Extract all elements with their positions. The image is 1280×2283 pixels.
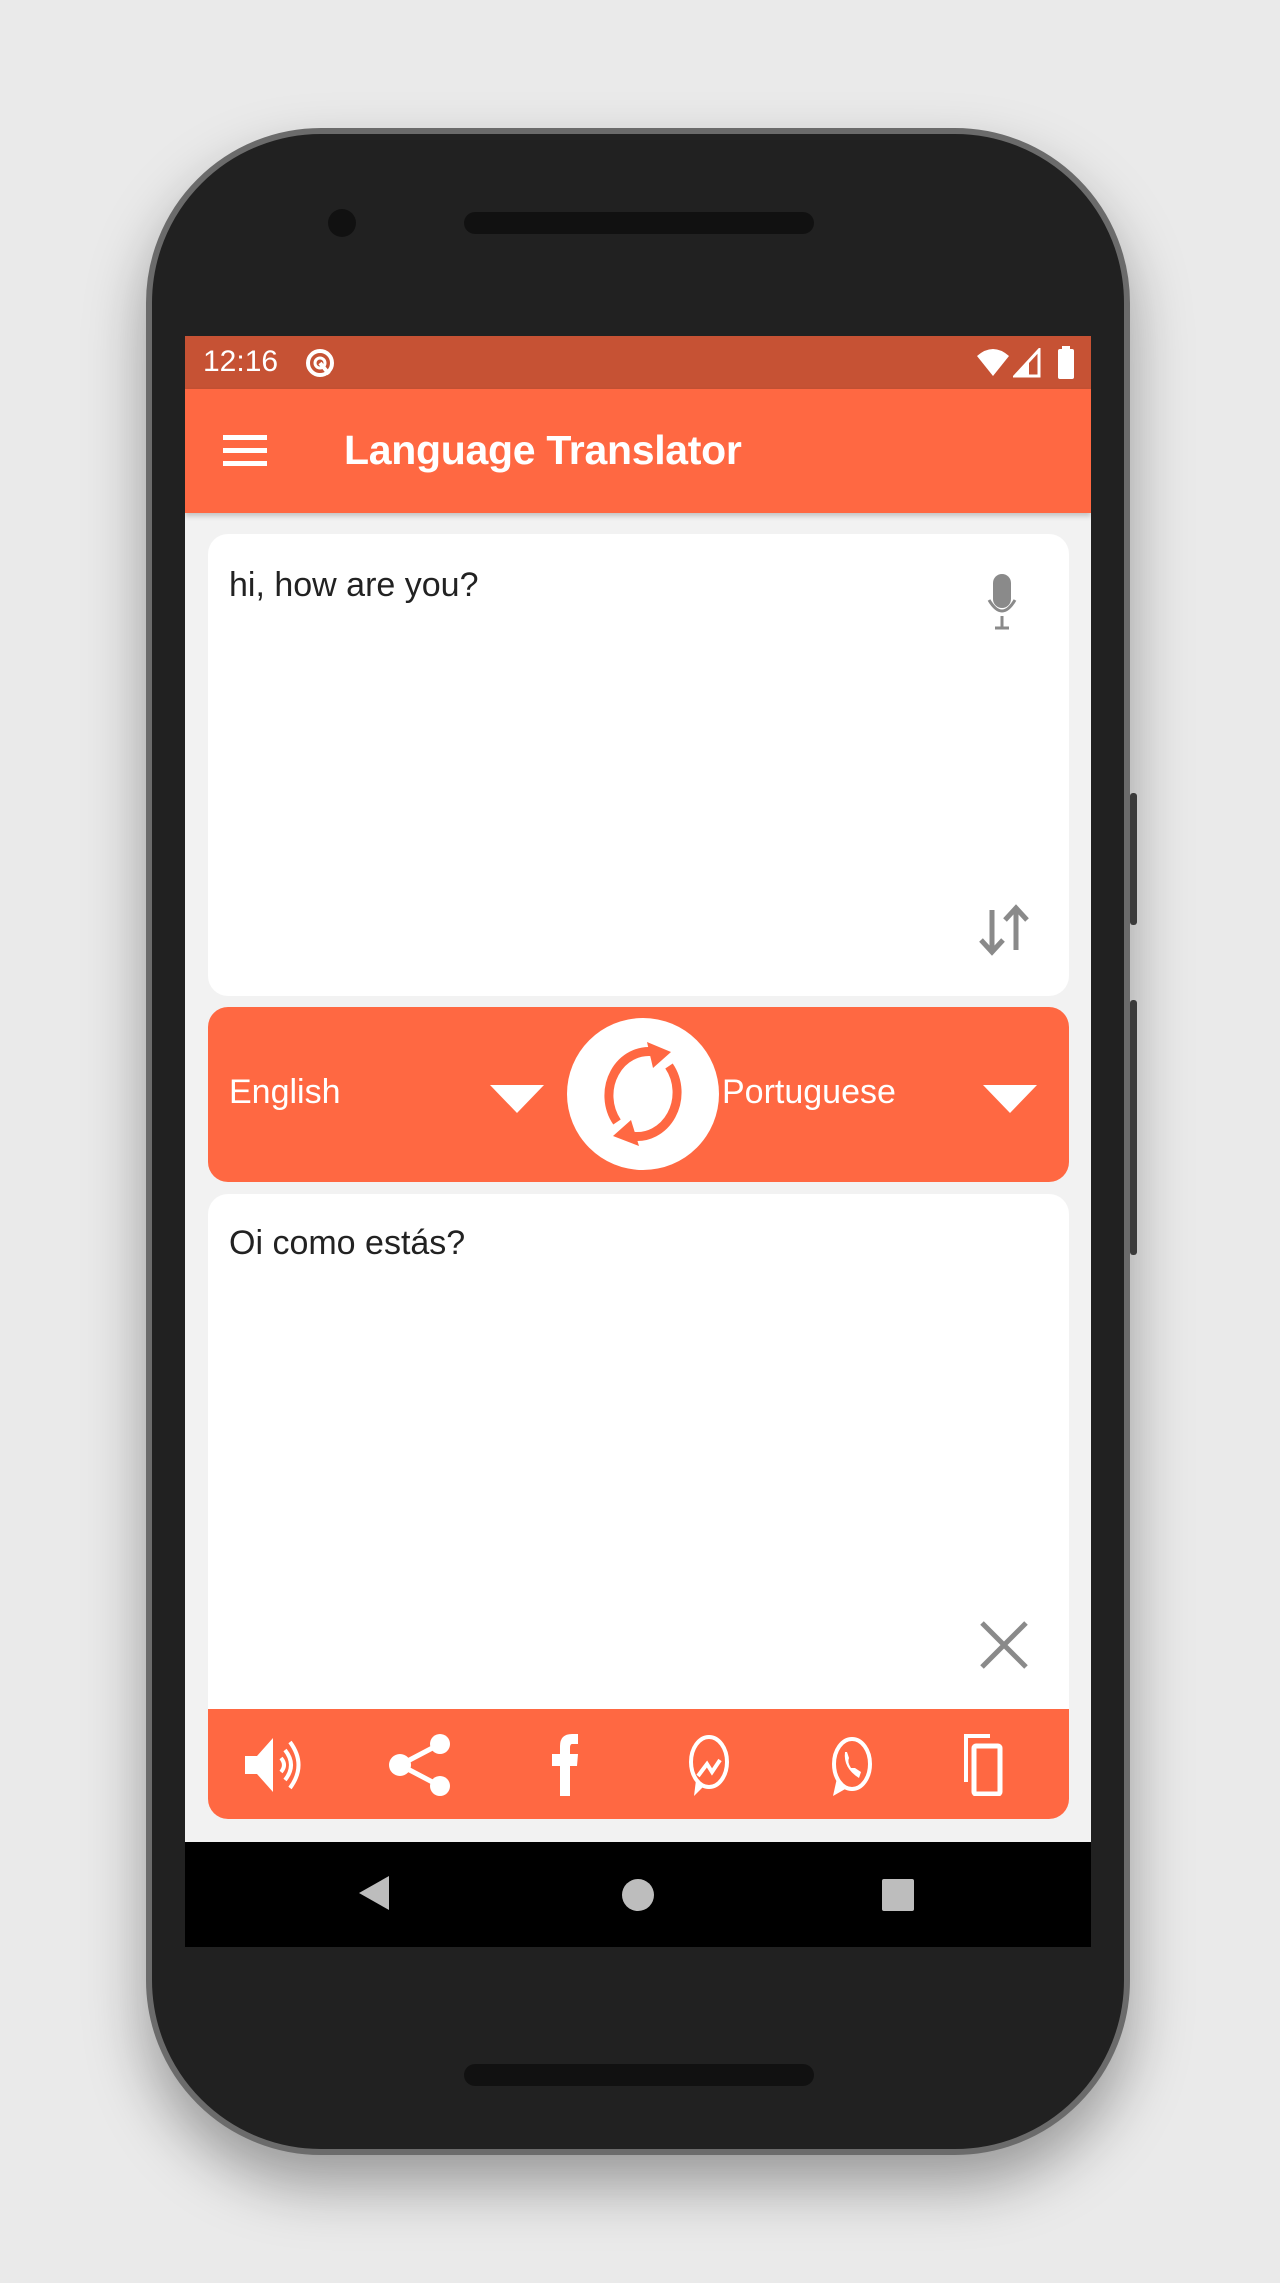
wifi-icon [977,349,1009,376]
status-bar: 12:16 [185,336,1091,389]
navigation-bar [185,1842,1091,1947]
target-language-select[interactable]: Portuguese [722,1073,896,1112]
messenger-icon[interactable] [674,1734,744,1796]
microphone-icon[interactable] [986,572,1018,632]
whatsapp-icon[interactable] [817,1734,887,1796]
copy-icon[interactable] [962,1734,1032,1796]
top-speaker [464,212,814,234]
home-icon[interactable] [621,1878,655,1912]
share-icon[interactable] [386,1734,456,1796]
front-camera [328,209,356,237]
input-card: hi, how are you? [208,534,1069,996]
volume-button [1130,1000,1137,1255]
power-button [1130,793,1137,925]
bottom-speaker [464,2064,814,2086]
recents-icon[interactable] [881,1878,915,1912]
speaker-icon[interactable] [243,1734,313,1796]
output-card: Oi como estás? [208,1194,1069,1819]
input-text-field[interactable]: hi, how are you? [229,566,929,605]
swap-languages-icon [604,1042,682,1146]
output-text: Oi como estás? [229,1224,466,1262]
back-icon[interactable] [357,1874,391,1912]
close-icon[interactable] [978,1619,1030,1671]
hamburger-menu-icon[interactable] [223,433,269,467]
swap-languages-button[interactable] [567,1018,719,1170]
language-bar: English Portuguese [208,1007,1069,1182]
action-bar [208,1709,1069,1819]
swap-vertical-icon[interactable] [976,902,1032,958]
app-bar: Language Translator [185,389,1091,513]
battery-icon [1058,346,1074,379]
facebook-icon[interactable] [530,1734,600,1796]
screen: 12:16 Language Translator hi, how are yo… [185,336,1091,1947]
target-dropdown-icon[interactable] [983,1085,1037,1113]
app-title: Language Translator [344,427,742,473]
data-saver-icon [306,349,334,377]
signal-icon [1013,348,1041,378]
status-time: 12:16 [203,345,279,378]
source-dropdown-icon[interactable] [490,1085,544,1113]
source-language-select[interactable]: English [229,1073,341,1112]
